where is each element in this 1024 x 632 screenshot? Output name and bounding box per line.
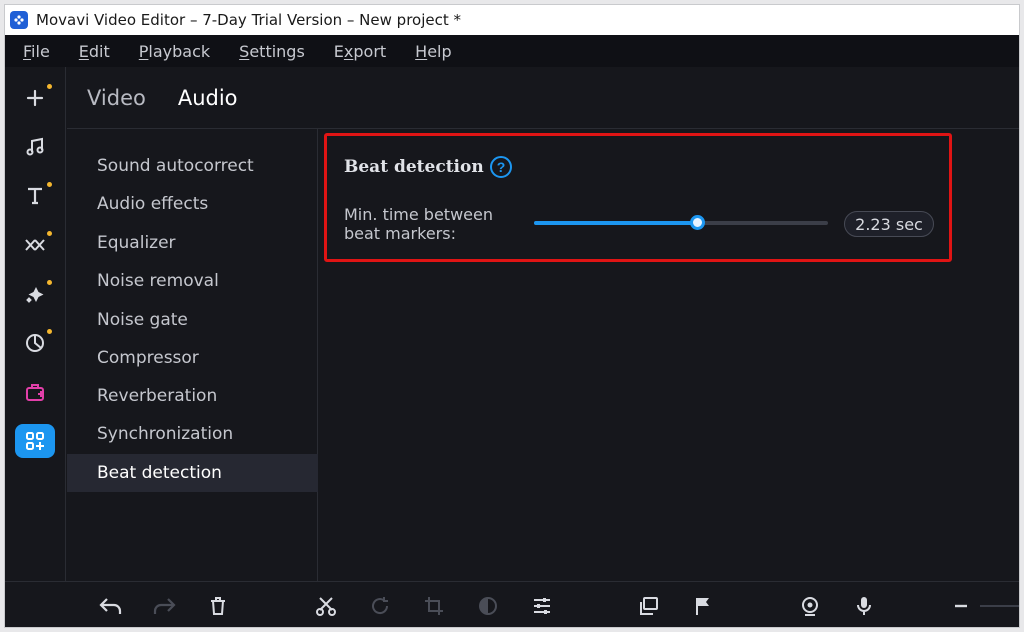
slider-fill bbox=[534, 221, 697, 225]
webcam-icon bbox=[802, 597, 818, 616]
rotate-button[interactable] bbox=[364, 590, 396, 622]
category-noise-gate[interactable]: Noise gate bbox=[67, 301, 318, 339]
sticker-icon bbox=[26, 334, 44, 352]
music-icon bbox=[26, 137, 44, 156]
magic-icon bbox=[26, 287, 44, 303]
bottom-toolbar bbox=[5, 581, 1019, 627]
new-badge bbox=[47, 231, 52, 236]
transitions-icon bbox=[25, 239, 45, 251]
marker-flag-icon bbox=[696, 598, 709, 615]
menu-playback[interactable]: Playback bbox=[139, 42, 210, 61]
new-badge bbox=[47, 329, 52, 334]
tab-bar: Video Audio bbox=[67, 67, 1019, 129]
new-badge bbox=[47, 182, 52, 187]
text-icon bbox=[28, 187, 42, 205]
tool-store[interactable] bbox=[15, 375, 55, 409]
category-audio-effects[interactable]: Audio effects bbox=[67, 185, 318, 223]
zoom-out-button[interactable] bbox=[945, 590, 977, 622]
overlay-button[interactable] bbox=[633, 590, 665, 622]
category-reverberation[interactable]: Reverberation bbox=[67, 377, 318, 415]
store-icon bbox=[26, 384, 44, 401]
category-beat-detection[interactable]: Beat detection bbox=[67, 454, 318, 492]
cut-button[interactable] bbox=[310, 590, 342, 622]
category-equalizer[interactable]: Equalizer bbox=[67, 224, 318, 262]
menu-help[interactable]: Help bbox=[415, 42, 451, 61]
color-adjust-button[interactable] bbox=[472, 590, 504, 622]
param-label-line1: Min. time between bbox=[344, 205, 493, 224]
app-window: Movavi Video Editor – 7-Day Trial Versio… bbox=[4, 4, 1020, 628]
new-badge bbox=[47, 84, 52, 89]
tool-titles[interactable] bbox=[15, 179, 55, 213]
tool-import[interactable] bbox=[15, 81, 55, 115]
settings-sliders-icon bbox=[534, 598, 550, 614]
menu-export[interactable]: Export bbox=[334, 42, 386, 61]
delete-icon bbox=[211, 597, 225, 615]
clip-properties-button[interactable] bbox=[526, 590, 558, 622]
tool-effects[interactable] bbox=[15, 277, 55, 311]
tool-music[interactable] bbox=[15, 130, 55, 164]
tools-sidebar bbox=[5, 67, 66, 581]
crop-icon bbox=[425, 597, 443, 615]
slider-thumb[interactable] bbox=[689, 215, 705, 230]
rotate-icon bbox=[372, 597, 389, 615]
menu-settings[interactable]: Settings bbox=[239, 42, 305, 61]
category-list: Sound autocorrect Audio effects Equalize… bbox=[67, 129, 318, 581]
menu-edit[interactable]: Edit bbox=[79, 42, 110, 61]
movavi-app-icon bbox=[10, 11, 28, 29]
window-title: Movavi Video Editor – 7-Day Trial Versio… bbox=[36, 11, 461, 29]
more-tools-icon bbox=[26, 432, 44, 450]
add-marker-button[interactable] bbox=[687, 590, 719, 622]
tool-more[interactable] bbox=[15, 424, 55, 458]
color-adjust-icon bbox=[479, 597, 497, 615]
delete-button[interactable] bbox=[202, 590, 234, 622]
title-bar: Movavi Video Editor – 7-Day Trial Versio… bbox=[5, 5, 1019, 35]
help-icon[interactable]: ? bbox=[490, 156, 512, 178]
menu-file[interactable]: File bbox=[23, 42, 50, 61]
cut-icon bbox=[316, 597, 336, 616]
new-badge bbox=[47, 280, 52, 285]
param-label-line2: beat markers: bbox=[344, 224, 456, 243]
crop-button[interactable] bbox=[418, 590, 450, 622]
category-noise-removal[interactable]: Noise removal bbox=[67, 262, 318, 300]
add-icon bbox=[26, 89, 44, 107]
undo-button[interactable] bbox=[95, 590, 127, 622]
value-field[interactable]: 2.23 sec bbox=[844, 211, 934, 237]
undo-icon bbox=[99, 598, 122, 614]
zoom-out-icon bbox=[955, 604, 967, 608]
overlay-icon bbox=[640, 597, 658, 615]
microphone-icon bbox=[857, 597, 871, 615]
microphone-button[interactable] bbox=[848, 590, 880, 622]
min-time-slider[interactable] bbox=[534, 215, 828, 230]
tool-transitions[interactable] bbox=[15, 228, 55, 262]
section-title: Beat detection bbox=[344, 157, 484, 177]
tool-stickers[interactable] bbox=[15, 326, 55, 360]
param-label: Min. time between beat markers: bbox=[344, 205, 524, 243]
menu-bar: File Edit Playback Settings Export Help bbox=[5, 35, 1019, 67]
webcam-button[interactable] bbox=[794, 590, 826, 622]
category-synchronization[interactable]: Synchronization bbox=[67, 415, 318, 453]
redo-button[interactable] bbox=[148, 590, 180, 622]
zoom-slider[interactable] bbox=[980, 605, 1019, 607]
tab-audio[interactable]: Audio bbox=[178, 86, 238, 110]
category-compressor[interactable]: Compressor bbox=[67, 339, 318, 377]
redo-icon bbox=[153, 598, 176, 614]
settings-panel: Beat detection ? Min. time between beat … bbox=[319, 129, 1019, 581]
tab-video[interactable]: Video bbox=[87, 86, 146, 110]
category-sound-autocorrect[interactable]: Sound autocorrect bbox=[67, 147, 318, 185]
